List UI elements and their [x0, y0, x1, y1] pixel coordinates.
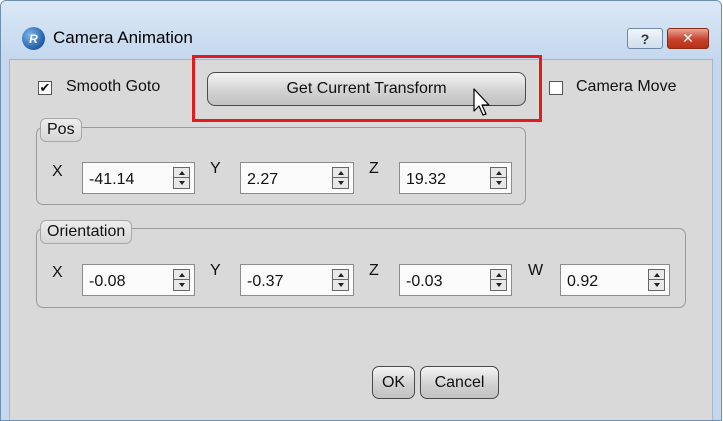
spin-arrows[interactable]	[332, 167, 349, 189]
cancel-button[interactable]: Cancel	[420, 366, 499, 399]
arrow-down-icon	[653, 283, 660, 287]
camera-move-label: Camera Move	[576, 78, 677, 95]
arrow-down-icon	[178, 283, 185, 287]
arrow-down-icon	[337, 181, 344, 185]
close-button[interactable]: ✕	[667, 28, 709, 49]
help-button[interactable]: ?	[627, 28, 663, 49]
spin-up-button[interactable]	[174, 168, 189, 178]
arrow-up-icon	[178, 170, 185, 175]
pos-x-value: -41.14	[89, 171, 135, 188]
arrow-up-icon	[178, 272, 185, 277]
arrow-down-icon	[495, 283, 502, 287]
spin-up-button[interactable]	[491, 168, 506, 178]
app-logo-icon: R	[22, 27, 45, 50]
orientation-w-label: W	[528, 262, 544, 279]
spin-arrows[interactable]	[490, 269, 507, 291]
cancel-label: Cancel	[434, 373, 485, 391]
spin-down-button[interactable]	[491, 178, 506, 188]
orientation-z-spinbox[interactable]: -0.03	[399, 264, 512, 296]
smooth-goto-label: Smooth Goto	[66, 78, 161, 95]
smooth-goto-checkbox[interactable]: ✔	[38, 81, 52, 95]
arrow-up-icon	[495, 272, 502, 277]
window-title: Camera Animation	[53, 28, 193, 47]
spin-arrows[interactable]	[173, 269, 190, 291]
arrow-down-icon	[178, 181, 185, 185]
orientation-x-value: -0.08	[89, 273, 126, 290]
spin-up-button[interactable]	[333, 270, 348, 280]
spin-down-button[interactable]	[174, 280, 189, 290]
spin-arrows[interactable]	[332, 269, 349, 291]
orientation-w-spinbox[interactable]: 0.92	[560, 264, 670, 296]
orientation-z-value: -0.03	[406, 273, 443, 290]
pos-y-spinbox[interactable]: 2.27	[240, 162, 354, 194]
spin-down-button[interactable]	[649, 280, 664, 290]
spin-up-button[interactable]	[333, 168, 348, 178]
arrow-up-icon	[653, 272, 660, 277]
question-mark-icon: ?	[640, 30, 650, 47]
spin-down-button[interactable]	[174, 178, 189, 188]
spin-arrows[interactable]	[648, 269, 665, 291]
spin-up-button[interactable]	[649, 270, 664, 280]
orientation-group-title: Orientation	[40, 220, 133, 244]
arrow-up-icon	[337, 272, 344, 277]
spin-arrows[interactable]	[490, 167, 507, 189]
camera-move-checkbox[interactable]	[549, 81, 563, 95]
pos-x-spinbox[interactable]: -41.14	[82, 162, 195, 194]
orientation-x-spinbox[interactable]: -0.08	[82, 264, 195, 296]
orientation-z-label: Z	[369, 262, 379, 279]
spin-down-button[interactable]	[333, 178, 348, 188]
pos-z-value: 19.32	[406, 171, 447, 188]
arrow-up-icon	[337, 170, 344, 175]
mouse-pointer-icon	[473, 88, 490, 116]
arrow-down-icon	[337, 283, 344, 287]
orientation-w-value: 0.92	[567, 273, 599, 290]
pos-y-label: Y	[210, 160, 221, 177]
spin-up-button[interactable]	[174, 270, 189, 280]
title-bar[interactable]: R Camera Animation ? ✕	[1, 1, 721, 57]
pos-z-spinbox[interactable]: 19.32	[399, 162, 512, 194]
pos-group-title: Pos	[40, 118, 82, 142]
pos-y-value: 2.27	[247, 171, 279, 188]
spin-arrows[interactable]	[173, 167, 190, 189]
close-icon: ✕	[682, 30, 694, 46]
arrow-up-icon	[495, 170, 502, 175]
orientation-y-label: Y	[210, 262, 221, 279]
arrow-down-icon	[495, 181, 502, 185]
pos-z-label: Z	[369, 160, 379, 177]
spin-down-button[interactable]	[333, 280, 348, 290]
spin-down-button[interactable]	[491, 280, 506, 290]
ok-button[interactable]: OK	[372, 366, 415, 399]
pos-x-label: X	[52, 163, 63, 180]
orientation-x-label: X	[52, 264, 63, 281]
ok-label: OK	[381, 373, 406, 391]
checkmark-icon: ✔	[39, 80, 51, 95]
orientation-y-spinbox[interactable]: -0.37	[240, 264, 354, 296]
orientation-y-value: -0.37	[247, 273, 284, 290]
spin-up-button[interactable]	[491, 270, 506, 280]
